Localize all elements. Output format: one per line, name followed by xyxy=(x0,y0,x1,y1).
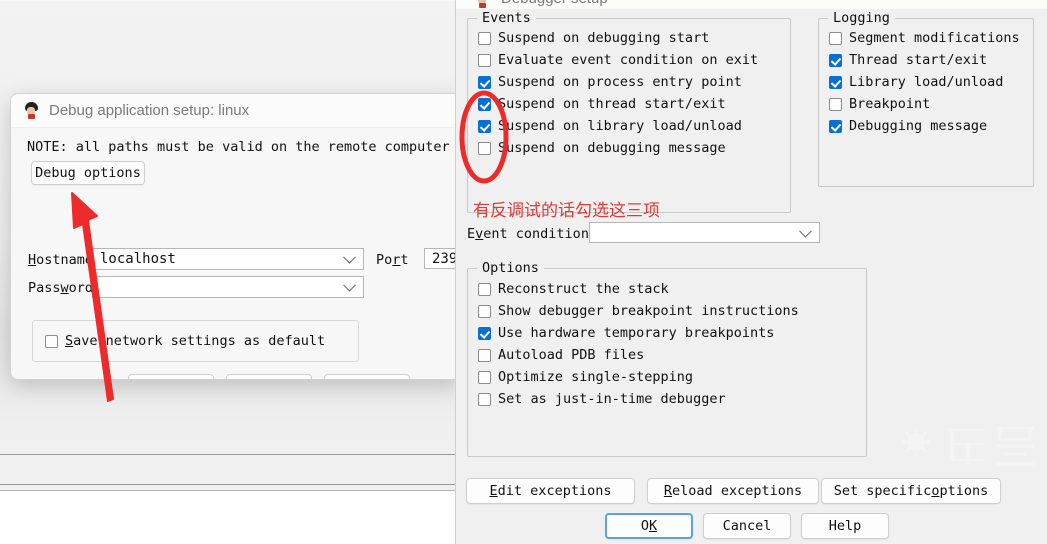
save-network-settings-label: Save network settings as default xyxy=(65,333,326,349)
password-combobox[interactable] xyxy=(92,276,364,298)
options-checkbox-0[interactable] xyxy=(478,282,491,296)
paths-note-text: NOTE: all paths must be valid on the rem… xyxy=(27,139,450,155)
logging-row-0[interactable]: Segment modifications xyxy=(829,27,1020,49)
chevron-down-icon[interactable] xyxy=(799,224,812,238)
events-checkbox-3[interactable] xyxy=(478,97,491,111)
logging-row-1[interactable]: Thread start/exit xyxy=(829,49,1020,71)
edit-exceptions-button[interactable]: Edit exceptions xyxy=(466,478,635,504)
logging-label-2: Library load/unload xyxy=(849,74,1004,90)
chevron-down-icon[interactable] xyxy=(343,250,356,264)
options-row-3[interactable]: Autoload PDB files xyxy=(478,344,799,366)
options-checkbox-list: Reconstruct the stack Show debugger break… xyxy=(478,278,799,410)
options-group-legend: Options xyxy=(477,260,544,276)
debug-application-setup-dialog[interactable]: Debug application setup: linux NOTE: all… xyxy=(10,93,461,380)
options-label-1: Show debugger breakpoint instructions xyxy=(498,303,799,319)
debug-options-button[interactable]: Debug options xyxy=(31,161,145,185)
debugger-setup-dialog[interactable]: Debugger setup Events Suspend on debuggi… xyxy=(455,0,1047,544)
logging-row-2[interactable]: Library load/unload xyxy=(829,71,1020,93)
logging-checkbox-1[interactable] xyxy=(829,53,842,67)
options-label-4: Optimize single-stepping xyxy=(498,369,694,385)
events-label-0: Suspend on debugging start xyxy=(498,30,710,46)
events-checkbox-5[interactable] xyxy=(478,141,491,155)
set-specific-options-button[interactable]: Set specific o ptions xyxy=(821,478,1001,504)
left-dialog-title: Debug application setup: linux xyxy=(49,102,250,119)
options-label-5: Set as just-in-time debugger xyxy=(498,391,726,407)
events-checkbox-list: Suspend on debugging start Evaluate event… xyxy=(478,27,758,159)
events-label-2: Suspend on process entry point xyxy=(498,74,742,90)
left-dialog-titlebar: Debug application setup: linux xyxy=(11,94,460,128)
event-condition-combobox[interactable] xyxy=(589,222,820,243)
events-label-5: Suspend on debugging message xyxy=(498,140,726,156)
ida-person-icon xyxy=(23,102,40,119)
right-dialog-title: Debugger setup xyxy=(501,0,608,7)
events-label-1: Evaluate event condition on exit xyxy=(498,52,759,68)
logging-checkbox-2[interactable] xyxy=(829,75,842,89)
right-help-button[interactable]: Help xyxy=(801,513,889,539)
logging-row-4[interactable]: Debugging message xyxy=(829,115,1020,137)
left-cancel-button[interactable]: Cancel xyxy=(226,374,312,379)
options-checkbox-5[interactable] xyxy=(478,392,491,406)
options-group: Options Reconstruct the stack Show debugg… xyxy=(467,260,867,457)
ida-person-icon xyxy=(474,0,491,8)
logging-checkbox-0[interactable] xyxy=(829,31,842,45)
logging-checkbox-4[interactable] xyxy=(829,119,842,133)
event-condition-label: Event condition xyxy=(467,226,589,242)
events-row-5[interactable]: Suspend on debugging message xyxy=(478,137,758,159)
events-label-3: Suspend on thread start/exit xyxy=(498,96,726,112)
logging-checkbox-list: Segment modifications Thread start/exit Li… xyxy=(829,27,1020,137)
options-checkbox-2[interactable] xyxy=(478,326,491,340)
hostname-combobox[interactable]: localhost xyxy=(92,248,364,270)
events-row-2[interactable]: Suspend on process entry point xyxy=(478,71,758,93)
logging-checkbox-3[interactable] xyxy=(829,97,842,111)
red-annotation-text: 有反调试的话勾选这三项 xyxy=(473,201,660,221)
events-row-4[interactable]: Suspend on library load/unload xyxy=(478,115,758,137)
options-row-4[interactable]: Optimize single-stepping xyxy=(478,366,799,388)
events-checkbox-0[interactable] xyxy=(478,31,491,45)
events-row-3[interactable]: Suspend on thread start/exit xyxy=(478,93,758,115)
options-label-0: Reconstruct the stack xyxy=(498,281,669,297)
events-group: Events Suspend on debugging start Evaluat… xyxy=(467,10,791,213)
left-help-button[interactable]: Help xyxy=(324,374,410,379)
options-checkbox-1[interactable] xyxy=(478,304,491,318)
right-dialog-titlebar: Debugger setup xyxy=(456,0,1047,9)
reload-exceptions-button[interactable]: Reload exceptions xyxy=(647,478,819,504)
password-label: Password xyxy=(28,280,94,296)
left-dialog-body: NOTE: all paths must be valid on the rem… xyxy=(11,128,460,379)
options-checkbox-4[interactable] xyxy=(478,370,491,384)
events-group-legend: Events xyxy=(477,10,536,26)
save-network-settings-checkbox[interactable] xyxy=(45,334,58,348)
events-checkbox-2[interactable] xyxy=(478,75,491,89)
events-row-0[interactable]: Suspend on debugging start xyxy=(478,27,758,49)
logging-group-legend: Logging xyxy=(828,10,895,26)
events-checkbox-4[interactable] xyxy=(478,119,491,133)
options-row-2[interactable]: Use hardware temporary breakpoints xyxy=(478,322,799,344)
save-network-settings-panel: Save network settings as default xyxy=(32,320,359,362)
options-row-5[interactable]: Set as just-in-time debugger xyxy=(478,388,799,410)
logging-label-0: Segment modifications xyxy=(849,30,1020,46)
events-row-1[interactable]: Evaluate event condition on exit xyxy=(478,49,758,71)
hostname-label: Hostname xyxy=(28,252,94,268)
left-ok-button[interactable]: OK xyxy=(128,374,214,379)
chevron-down-icon[interactable] xyxy=(343,278,356,292)
logging-label-1: Thread start/exit xyxy=(849,52,988,68)
logging-row-3[interactable]: Breakpoint xyxy=(829,93,1020,115)
options-label-3: Autoload PDB files xyxy=(498,347,645,363)
port-label: Port xyxy=(376,252,409,268)
options-row-1[interactable]: Show debugger breakpoint instructions xyxy=(478,300,799,322)
right-ok-button[interactable]: OK xyxy=(605,513,693,539)
options-label-2: Use hardware temporary breakpoints xyxy=(498,325,775,341)
logging-label-4: Debugging message xyxy=(849,118,988,134)
events-checkbox-1[interactable] xyxy=(478,53,491,67)
right-cancel-button[interactable]: Cancel xyxy=(703,513,791,539)
events-label-4: Suspend on library load/unload xyxy=(498,118,742,134)
options-checkbox-3[interactable] xyxy=(478,348,491,362)
hostname-value: localhost xyxy=(100,251,176,267)
options-row-0[interactable]: Reconstruct the stack xyxy=(478,278,799,300)
logging-label-3: Breakpoint xyxy=(849,96,931,112)
logging-group: Logging Segment modifications Thread star… xyxy=(818,10,1034,187)
save-network-settings-checkbox-row[interactable]: Save network settings as default xyxy=(45,330,325,352)
